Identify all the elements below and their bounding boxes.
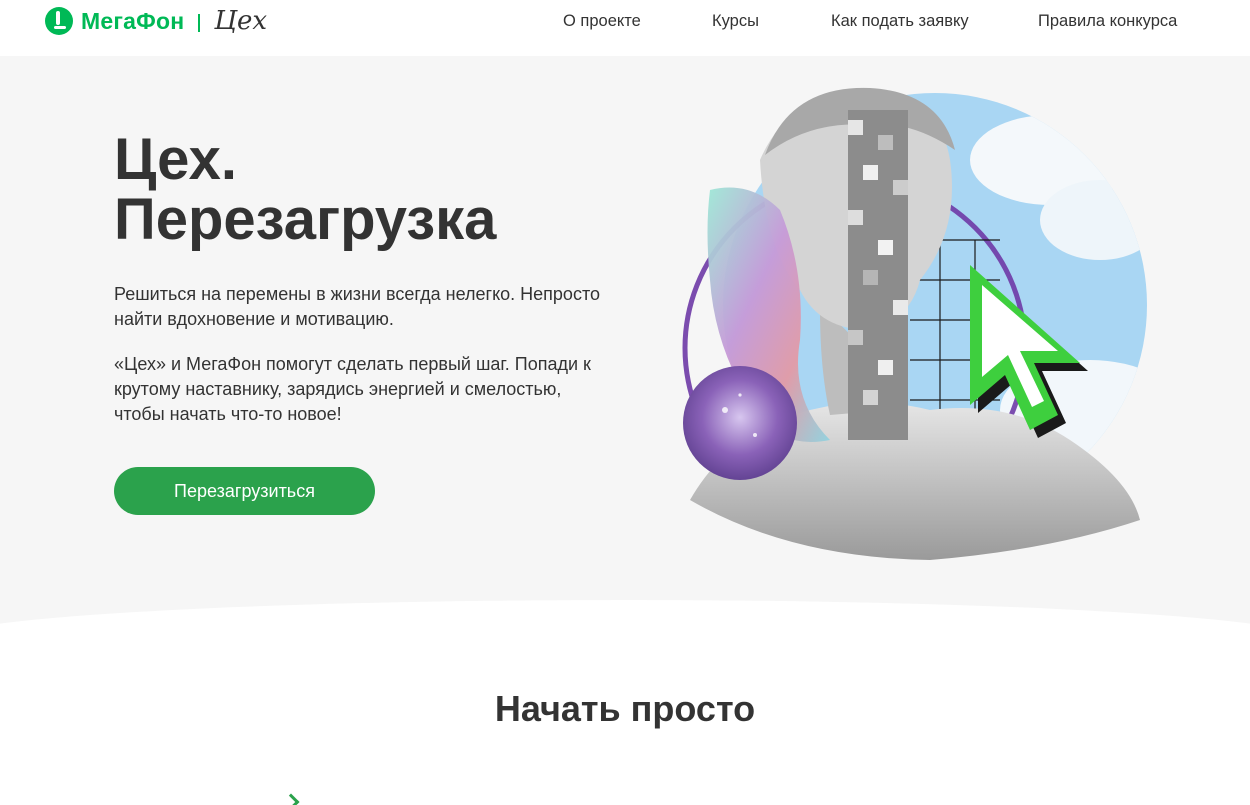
galaxy-sphere [683, 366, 797, 480]
site-header: МегаФон Цех О проекте Курсы Как подать з… [0, 0, 1250, 56]
nav-item-about[interactable]: О проекте [563, 12, 641, 31]
pixel-band [848, 110, 908, 440]
logo[interactable]: МегаФон Цех [45, 6, 268, 36]
partner-logo: Цех [214, 6, 268, 36]
hero-curve-divider [0, 600, 1250, 680]
logo-divider [198, 14, 201, 32]
chevron-icon [282, 793, 300, 805]
hero-paragraph-2: «Цех» и МегаФон помогут сделать первый ш… [114, 354, 591, 424]
hero-title-line1: Цех. [114, 127, 237, 192]
hero-title-line2: Перезагрузка [114, 187, 497, 252]
nav-item-courses[interactable]: Курсы [712, 12, 759, 31]
list-item [282, 793, 300, 805]
reboot-button[interactable]: Перезагрузиться [114, 467, 375, 515]
hero-title: Цех. Перезагрузка [114, 130, 496, 250]
nav-item-rules[interactable]: Правила конкурса [1038, 12, 1177, 31]
nav-item-how-to-apply[interactable]: Как подать заявку [831, 12, 969, 31]
megafon-logo-icon [45, 7, 73, 35]
hero-illustration [682, 87, 1147, 560]
brand-name: МегаФон [81, 7, 185, 34]
section-title: Начать просто [494, 688, 756, 729]
hero-paragraph-1: Решиться на перемены в жизни всегда неле… [114, 284, 600, 329]
